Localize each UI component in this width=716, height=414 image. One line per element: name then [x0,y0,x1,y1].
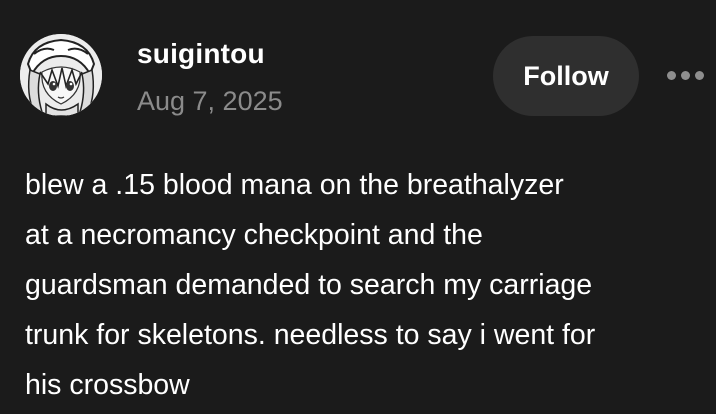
post-text-line: trunk for skeletons. needless to say i w… [25,319,596,351]
anime-girl-avatar-icon [20,34,102,116]
post-text-line: guardsman demanded to search my carriage [25,269,593,301]
post-text: blew a .15 blood mana on the breathalyze… [25,160,711,410]
post-text-line: at a necromancy checkpoint and the [25,219,483,251]
more-options-button[interactable] [660,60,710,90]
post-text-line: blew a .15 blood mana on the breathalyze… [25,169,564,201]
more-horizontal-icon [666,70,704,80]
post-card: suigintou Aug 7, 2025 Follow blew a .15 … [0,0,716,414]
post-text-line: his crossbow [25,369,190,401]
username[interactable]: suigintou [137,38,265,70]
post-date[interactable]: Aug 7, 2025 [137,86,283,117]
follow-button[interactable]: Follow [493,36,639,116]
avatar[interactable] [20,34,102,116]
